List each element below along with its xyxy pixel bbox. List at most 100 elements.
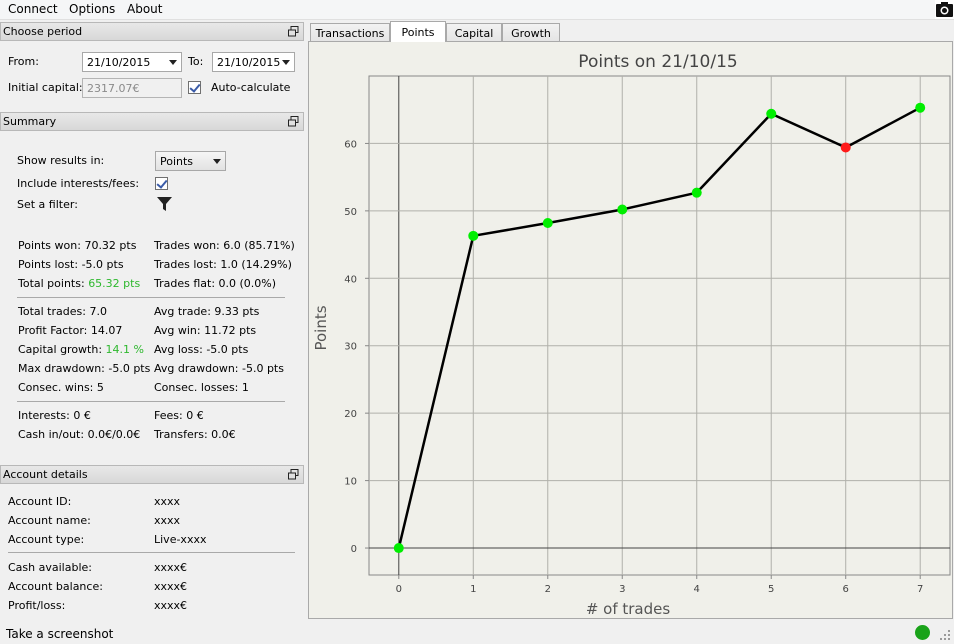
avg-trade: Avg trade: 9.33 pts [154,305,260,318]
trades-won: Trades won: 6.0 (85.71%) [154,239,295,252]
to-date-value: 21/10/2015 [217,56,281,69]
y-tick-label: 10 [344,477,357,488]
divider [8,552,295,553]
menu-connect[interactable]: Connect [8,2,58,16]
menu-options[interactable]: Options [69,2,115,16]
to-label: To: [188,55,204,68]
y-tick-label: 0 [351,544,357,555]
total-trades: Total trades: 7.0 [18,305,107,318]
menu-about[interactable]: About [127,2,162,16]
total-points-label: Total points: [18,277,85,290]
show-results-select[interactable]: Points [155,151,226,171]
summary-header: Summary [0,112,304,131]
account-type-label: Account type: [8,533,85,546]
win-point-marker [915,102,926,113]
x-tick-label: 4 [694,584,700,595]
capital-growth: Capital growth: 14.1 % [18,343,144,356]
cash-in-out: Cash in/out: 0.0€/0.0€ [18,428,141,441]
y-tick-label: 30 [344,342,357,353]
tab-transactions[interactable]: Transactions [310,23,390,42]
consec-wins: Consec. wins: 5 [18,381,104,394]
points-lost: Points lost: -5.0 pts [18,258,124,271]
from-date-value: 21/10/2015 [87,56,151,69]
account-name-label: Account name: [8,514,91,527]
x-tick-label: 0 [396,584,402,595]
float-window-icon[interactable] [288,116,299,127]
show-results-value: Points [160,155,194,168]
interests: Interests: 0 € [18,409,91,422]
float-window-icon[interactable] [288,469,299,480]
consec-losses: Consec. losses: 1 [154,381,249,394]
points-chart: Points on 21/10/15 # of trades Points 0 1… [312,52,951,618]
avg-win: Avg win: 11.72 pts [154,324,257,337]
capital-growth-label: Capital growth: [18,343,103,356]
chevron-down-icon [169,60,177,65]
tab-capital[interactable]: Capital [446,23,502,42]
y-tick-label: 20 [344,409,357,420]
cash-available-label: Cash available: [8,561,92,574]
initial-capital-value: 2317.07€ [87,82,140,95]
camera-icon[interactable] [935,0,954,19]
tab-points[interactable]: Points [390,21,446,42]
win-point-marker [691,187,702,198]
total-points: Total points: 65.32 pts [18,277,140,290]
account-id-label: Account ID: [8,495,72,508]
x-tick-label: 6 [843,584,849,595]
from-label: From: [8,55,39,68]
choose-period-title: Choose period [3,25,83,38]
chevron-down-icon [213,159,221,164]
trades-flat: Trades flat: 0.0 (0.0%) [154,277,277,290]
account-name-value: xxxx [154,514,181,527]
connection-status-indicator [915,625,930,640]
x-tick-label: 7 [917,584,923,595]
from-date-picker[interactable]: 21/10/2015 [82,52,182,72]
include-interests-label: Include interests/fees: [17,177,140,190]
profit-factor: Profit Factor: 14.07 [18,324,123,337]
win-point-marker [542,218,553,229]
points-won: Points won: 70.32 pts [18,239,137,252]
account-type-value: Live-xxxx [154,533,207,546]
x-tick-label: 2 [545,584,551,595]
to-date-picker[interactable]: 21/10/2015 [212,52,295,72]
status-bar: Take a screenshot [0,622,954,644]
account-balance-value: xxxx€ [154,580,188,593]
set-filter-label: Set a filter: [17,198,78,211]
resize-grip-icon[interactable] [938,628,952,642]
max-drawdown: Max drawdown: -5.0 pts [18,362,151,375]
initial-capital-label: Initial capital: [8,81,83,94]
y-tick-label: 40 [344,274,357,285]
float-window-icon[interactable] [288,26,299,37]
capital-growth-value: 14.1 % [105,343,144,356]
account-balance-label: Account balance: [8,580,103,593]
avg-loss: Avg loss: -5.0 pts [154,343,249,356]
show-results-label: Show results in: [17,154,105,167]
fees: Fees: 0 € [154,409,204,422]
initial-capital-input[interactable]: 2317.07€ [82,78,182,98]
auto-calculate-checkbox[interactable] [188,81,201,94]
transfers: Transfers: 0.0€ [154,428,236,441]
plot-area [368,75,951,576]
loss-point-marker [840,142,851,153]
x-tick-label: 5 [768,584,774,595]
avg-drawdown: Avg drawdown: -5.0 pts [154,362,284,375]
y-tick-label: 60 [344,139,357,150]
include-interests-checkbox[interactable] [155,177,168,190]
x-tick-label: 1 [470,584,476,595]
y-axis-label: Points [312,305,330,350]
filter-icon[interactable] [156,196,173,213]
account-id-value: xxxx [154,495,181,508]
profit-loss-value: xxxx€ [154,599,188,612]
win-point-marker [393,543,404,554]
points-tab-pane: Points on 21/10/15 # of trades Points 0 1… [308,41,953,619]
divider [17,401,285,402]
tab-growth[interactable]: Growth [502,23,560,42]
account-details-header: Account details [0,465,304,484]
status-text: Take a screenshot [6,627,114,641]
win-point-marker [617,204,628,215]
divider [17,297,285,298]
cash-available-value: xxxx€ [154,561,188,574]
account-details-title: Account details [3,468,88,481]
total-points-value: 65.32 pts [88,277,141,290]
menu-bar: Connect Options About [0,0,954,20]
x-tick-label: 3 [619,584,625,595]
